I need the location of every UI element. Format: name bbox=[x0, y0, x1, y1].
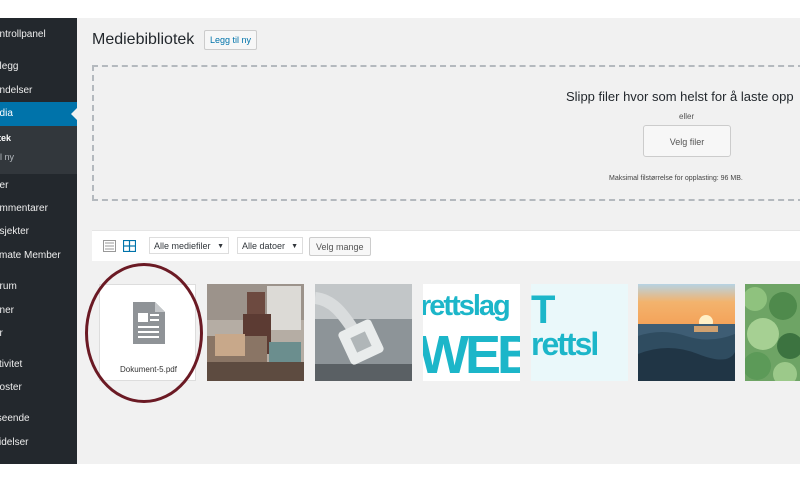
logo-text-bottom: WEB bbox=[423, 325, 520, 381]
sidebar-item-label: edia bbox=[0, 108, 13, 119]
media-grid: Dokument-5.pdf rettslag WEB T rettsl bbox=[77, 18, 800, 464]
green-plants-photo bbox=[745, 284, 800, 381]
sidebar-item-label: tseende bbox=[0, 413, 30, 424]
sidebar-item-label: poster bbox=[0, 382, 22, 393]
media-item-image[interactable]: rettslag WEB bbox=[423, 284, 520, 381]
sidebar-item-appearance[interactable]: tseende bbox=[0, 412, 77, 426]
sidebar-item-label: timate Member bbox=[0, 250, 61, 261]
sidebar-item-ultimate-member[interactable]: timate Member bbox=[0, 249, 77, 263]
admin-sidebar: ontrollpanel nlegg endelser edia tek il … bbox=[0, 18, 77, 464]
network-cable-photo bbox=[315, 284, 412, 381]
sidebar-item-label: orum bbox=[0, 281, 17, 292]
logo-text-bottom: rettsl bbox=[531, 326, 599, 362]
sidebar-item-media[interactable]: edia bbox=[0, 102, 77, 126]
media-item-image[interactable]: T rettsl bbox=[531, 284, 628, 381]
sidebar-item-pages[interactable]: der bbox=[0, 179, 77, 193]
sidebar-item-events[interactable]: endelser bbox=[0, 84, 77, 98]
media-item-image[interactable] bbox=[745, 284, 800, 381]
sidebar-item-topics[interactable]: nner bbox=[0, 304, 77, 318]
sidebar-item-label: der bbox=[0, 180, 9, 191]
sidebar-item-label: nner bbox=[0, 305, 15, 316]
sidebar-item-replies[interactable]: ar bbox=[0, 327, 77, 341]
main-content: Mediebibliotek Legg til ny Slipp filer h… bbox=[77, 18, 800, 464]
sidebar-item-label: ktivitet bbox=[0, 359, 23, 370]
sidebar-item-label: ar bbox=[0, 328, 3, 339]
sidebar-item-emails[interactable]: poster bbox=[0, 381, 77, 395]
sidebar-item-posts[interactable]: nlegg bbox=[0, 60, 77, 74]
sidebar-item-projects[interactable]: osjekter bbox=[0, 225, 77, 239]
sidebar-item-label: nlegg bbox=[0, 61, 19, 72]
sidebar-item-label: ontrollpanel bbox=[0, 29, 46, 40]
sidebar-item-comments[interactable]: ommentarer bbox=[0, 202, 77, 216]
sidebar-item-dashboard[interactable]: ontrollpanel bbox=[0, 28, 77, 42]
submenu-item-add-new[interactable]: il ny bbox=[0, 152, 16, 162]
media-submenu: tek il ny bbox=[0, 126, 77, 174]
sunset-sea-photo bbox=[638, 284, 735, 381]
media-item-image[interactable] bbox=[638, 284, 735, 381]
sidebar-item-label: ommentarer bbox=[0, 203, 48, 214]
submenu-item-library[interactable]: tek bbox=[0, 133, 13, 143]
logo-text-top: rettslag bbox=[423, 290, 511, 322]
app-window: ontrollpanel nlegg endelser edia tek il … bbox=[0, 18, 800, 464]
sidebar-item-label: videlser bbox=[0, 437, 29, 448]
submenu-item-label: tek bbox=[0, 133, 12, 143]
highlight-circle-annotation bbox=[85, 263, 203, 403]
sidebar-item-label: osjekter bbox=[0, 226, 30, 237]
media-item-image[interactable] bbox=[315, 284, 412, 381]
sidebar-item-activity[interactable]: ktivitet bbox=[0, 358, 77, 372]
sidebar-item-label: endelser bbox=[0, 85, 33, 96]
sidebar-item-forum[interactable]: orum bbox=[0, 280, 77, 294]
submenu-item-label: il ny bbox=[0, 152, 15, 162]
sidebar-item-plugins[interactable]: videlser bbox=[0, 436, 77, 450]
media-item-image[interactable] bbox=[207, 284, 304, 381]
workshop-photo bbox=[207, 284, 304, 381]
